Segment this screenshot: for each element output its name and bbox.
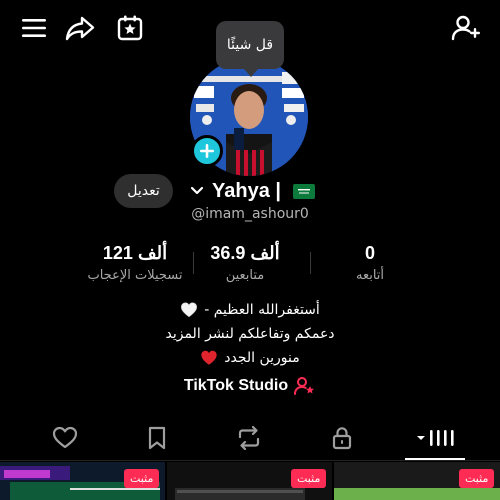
pinned-badge: مثبت [124,469,160,488]
edit-label: تعديل [127,183,160,199]
bookmark-icon [148,426,166,450]
add-story-button[interactable] [191,135,223,167]
content-tabs [0,420,500,460]
tab-videos[interactable] [413,424,457,452]
followers-label: متابعين [225,268,265,283]
following-stat[interactable]: 0 أتابعه [330,243,410,283]
saudi-flag-icon [292,183,315,199]
calendar-star-icon[interactable] [114,12,146,44]
video-grid: مثبت مثبت مثبت [0,462,500,500]
tiktok-studio-link[interactable]: TikTok Studio [0,376,500,396]
bio-line: أستغفرالله العظيم - [0,298,500,322]
tab-reposts[interactable] [229,424,269,452]
bio-line: دعمكم وتفاعلكم لنشر المزيد [0,322,500,346]
following-label: أتابعه [355,268,385,283]
tab-liked[interactable] [45,424,85,452]
stat-divider [193,252,194,274]
lock-icon [332,427,352,450]
tooltip-text: قل شيئًا [226,37,274,53]
menu-icon[interactable] [18,12,50,44]
bio-text: دعمكم وتفاعلكم لنشر المزيد [165,326,335,342]
followers-count: 36.9 ألف [210,243,280,263]
grid-icon [417,430,454,446]
plus-icon [200,144,214,158]
tabs-divider [0,460,500,461]
chevron-down-icon [190,183,206,199]
edit-profile-button[interactable]: تعديل [114,174,173,208]
video-thumbnail[interactable]: مثبت [334,462,500,500]
pinned-badge: مثبت [291,469,327,488]
following-count: 0 [364,243,375,263]
studio-label: TikTok Studio [183,377,289,394]
heart-outline-icon [52,426,78,449]
add-user-icon[interactable] [450,12,482,44]
tab-private[interactable] [322,424,362,452]
bio-text: منورين الجدد [224,350,300,366]
display-name: Yahya | [212,179,287,202]
username: @imam_ashour0 [191,206,309,222]
studio-user-icon [294,377,315,395]
active-tab-indicator [405,458,465,460]
display-name-row[interactable]: Yahya | [190,176,315,206]
stat-divider [310,252,311,274]
followers-stat[interactable]: 36.9 ألف متابعين [195,243,295,283]
say-something-tooltip[interactable]: قل شيئًا [216,21,284,77]
bio-text: أستغفرالله العظيم - [204,302,320,318]
likes-stat[interactable]: 121 ألف تسجيلات الإعجاب [80,243,190,283]
video-thumbnail[interactable]: مثبت [0,462,165,500]
white-heart-icon [181,302,198,318]
bio: أستغفرالله العظيم - دعمكم وتفاعلكم لنشر … [0,298,500,370]
bio-line: منورين الجدد [0,346,500,370]
pinned-badge: مثبت [459,469,495,488]
likes-count: 121 ألف [102,243,168,263]
likes-label: تسجيلات الإعجاب [87,268,183,283]
repost-icon [238,426,260,450]
video-thumbnail[interactable]: مثبت [167,462,332,500]
red-heart-icon [201,350,217,365]
share-icon[interactable] [64,12,96,44]
tab-bookmarks[interactable] [137,424,177,452]
